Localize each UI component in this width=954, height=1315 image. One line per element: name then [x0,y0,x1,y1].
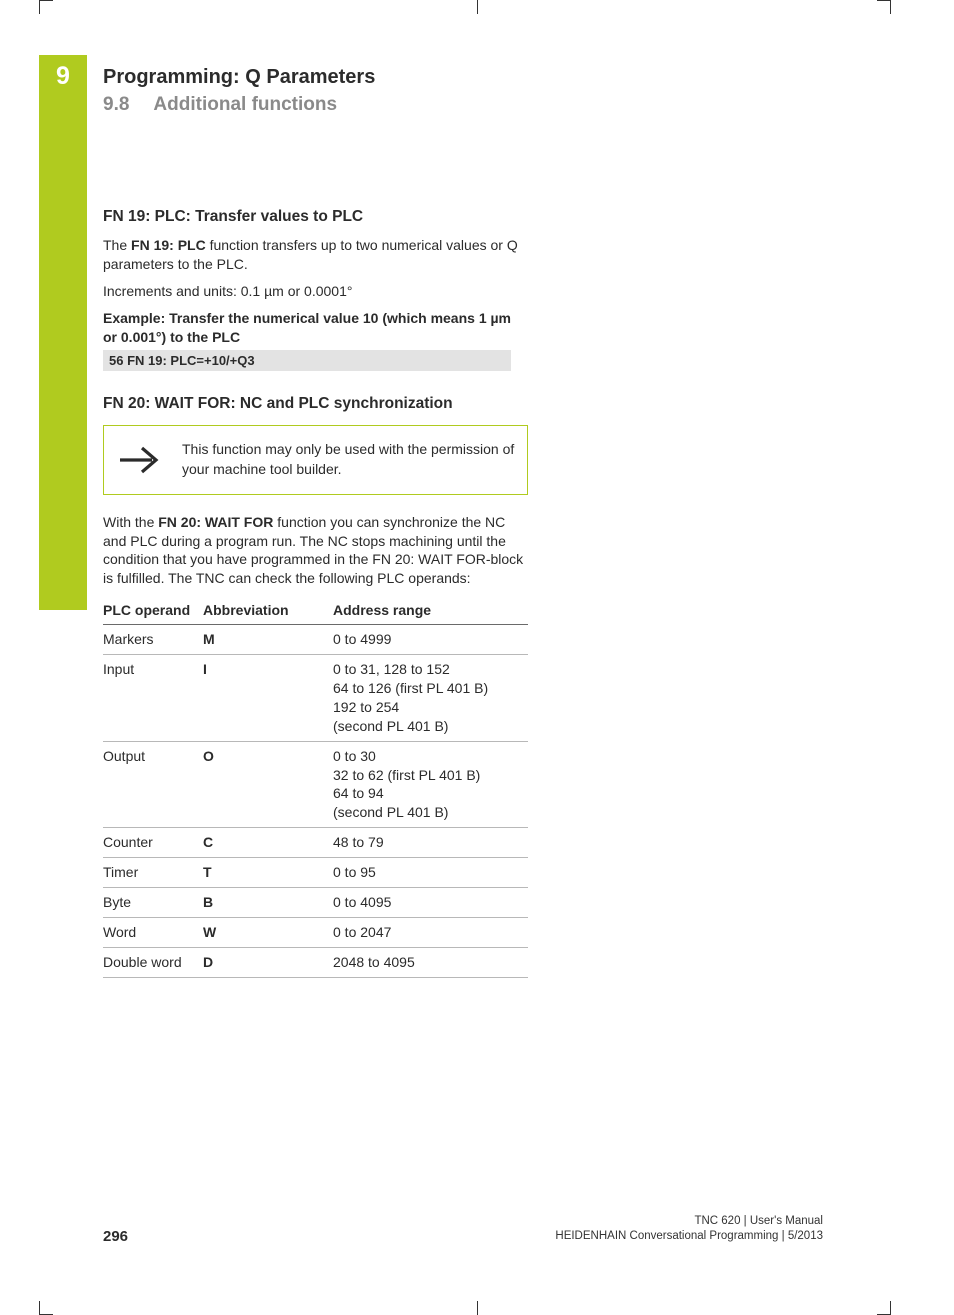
page-content: Programming: Q Parameters 9.8 Additional … [103,66,823,978]
crop-mark [477,0,478,14]
chapter-number: 9 [39,62,87,91]
footer-line2: HEIDENHAIN Conversational Programming | … [555,1229,823,1245]
cell-range: 0 to 95 [333,858,528,888]
th-operand: PLC operand [103,596,203,625]
th-abbr: Abbreviation [203,596,333,625]
cell-operand: Counter [103,828,203,858]
fn19-example-label: Example: Transfer the numerical value 10… [103,309,528,347]
page-number: 296 [103,1228,128,1245]
crop-mark [39,1301,53,1315]
table-row: OutputO0 to 3032 to 62 (first PL 401 B)6… [103,741,528,828]
fn19-heading: FN 19: PLC: Transfer values to PLC [103,208,528,226]
fn19-code: 56 FN 19: PLC=+10/+Q3 [103,350,511,371]
cell-operand: Word [103,917,203,947]
text-bold: FN 19: PLC [131,237,206,253]
cell-range: 0 to 31, 128 to 15264 to 126 (first PL 4… [333,655,528,742]
cell-abbr: D [203,947,333,977]
cell-abbr: O [203,741,333,828]
cell-operand: Output [103,741,203,828]
table-row: TimerT0 to 95 [103,858,528,888]
note-text: This function may only be used with the … [182,440,515,479]
cell-abbr: M [203,625,333,655]
footer-meta: TNC 620 | User's Manual HEIDENHAIN Conve… [555,1214,823,1245]
cell-abbr: I [203,655,333,742]
crop-mark [39,0,53,14]
cell-abbr: C [203,828,333,858]
fn19-increments: Increments and units: 0.1 µm or 0.0001° [103,282,528,301]
table-row: Double wordD2048 to 4095 [103,947,528,977]
section-number: 9.8 [103,94,129,115]
crop-mark [477,1301,478,1315]
table-row: CounterC48 to 79 [103,828,528,858]
fn20-desc: With the FN 20: WAIT FOR function you ca… [103,513,528,589]
text-bold: FN 20: WAIT FOR [158,514,273,530]
cell-range: 0 to 4095 [333,888,528,918]
cell-range: 48 to 79 [333,828,528,858]
note-box: This function may only be used with the … [103,425,528,494]
fn20-heading: FN 20: WAIT FOR: NC and PLC synchronizat… [103,395,528,413]
section-title: Additional functions [153,94,337,115]
table-row: MarkersM0 to 4999 [103,625,528,655]
cell-range: 0 to 4999 [333,625,528,655]
chapter-title: Programming: Q Parameters [103,66,823,89]
footer-line1: TNC 620 | User's Manual [555,1214,823,1230]
page-footer: 296 TNC 620 | User's Manual HEIDENHAIN C… [103,1214,823,1245]
cell-abbr: B [203,888,333,918]
th-range: Address range [333,596,528,625]
cell-range: 0 to 3032 to 62 (first PL 401 B)64 to 94… [333,741,528,828]
cell-operand: Input [103,655,203,742]
section-heading: 9.8 Additional functions [103,94,823,116]
table-row: InputI0 to 31, 128 to 15264 to 126 (firs… [103,655,528,742]
table-row: WordW0 to 2047 [103,917,528,947]
table-row: ByteB0 to 4095 [103,888,528,918]
cell-operand: Byte [103,888,203,918]
cell-abbr: W [203,917,333,947]
cell-range: 2048 to 4095 [333,947,528,977]
text: The [103,237,131,253]
cell-operand: Markers [103,625,203,655]
cell-operand: Double word [103,947,203,977]
crop-mark [877,0,891,14]
crop-mark [877,1301,891,1315]
chapter-accent [39,55,87,610]
cell-operand: Timer [103,858,203,888]
operands-table: PLC operand Abbreviation Address range M… [103,596,528,977]
cell-range: 0 to 2047 [333,917,528,947]
text: With the [103,514,158,530]
arrow-right-icon [116,442,164,478]
fn19-intro: The FN 19: PLC function transfers up to … [103,236,528,274]
cell-abbr: T [203,858,333,888]
